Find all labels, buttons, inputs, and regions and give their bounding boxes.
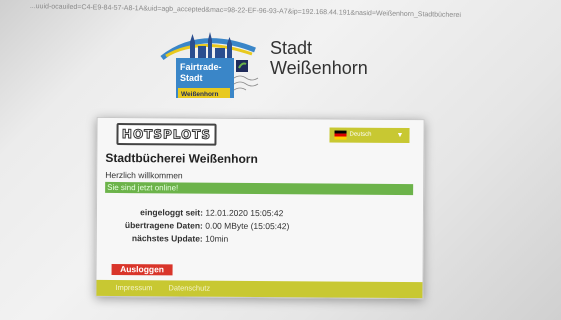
welcome-text: Herzlich willkommen: [105, 169, 183, 181]
info-value: 0.00 MByte (15:05:42): [205, 220, 290, 232]
info-row: übertragene Daten: 0.00 MByte (15:05:42): [99, 219, 290, 233]
city-title-line1: Stadt: [270, 38, 313, 58]
impressum-link[interactable]: Impressum: [115, 280, 152, 296]
session-info: eingeloggt seit: 12.01.2020 15:05:42 übe…: [99, 206, 290, 246]
city-title: Stadt Weißenhorn: [270, 38, 368, 78]
logo-text-city: Weißenhorn: [181, 91, 218, 98]
logo-text-line1: Fairtrade-: [180, 62, 222, 72]
info-row: eingeloggt seit: 12.01.2020 15:05:42: [99, 206, 290, 220]
card-footer: Impressum Datenschutz: [96, 279, 423, 299]
hotsplots-logo: HOTSPLOTS: [116, 122, 217, 146]
status-online-banner: Sie sind jetzt online!: [105, 181, 414, 196]
info-label: übertragene Daten:: [124, 220, 203, 231]
card-title: Stadtbücherei Weißenhorn: [105, 150, 258, 166]
chevron-down-icon: ▼: [396, 131, 404, 140]
info-row: nächstes Update: 10min: [99, 232, 290, 246]
url-text: ...uuid-ocauiled=C4-E9-84-57-A8-1A&uid=a…: [29, 2, 462, 20]
logout-button[interactable]: Ausloggen: [111, 263, 173, 276]
info-value: 12.01.2020 15:05:42: [205, 207, 284, 219]
language-select[interactable]: Deutsch ▼: [329, 127, 410, 144]
address-bar[interactable]: ...uuid-ocauiled=C4-E9-84-57-A8-1A&uid=a…: [30, 0, 561, 27]
fairtrade-logo: Fairtrade- Stadt Weißenhorn: [160, 28, 270, 106]
language-selected: Deutsch: [349, 131, 372, 138]
info-label: nächstes Update:: [131, 233, 203, 244]
hotspot-login-card: HOTSPLOTS Deutsch ▼ Stadtbücherei Weißen…: [95, 116, 425, 300]
datenschutz-link[interactable]: Datenschutz: [168, 280, 210, 296]
info-value: 10min: [205, 233, 229, 244]
german-flag-icon: [334, 130, 347, 140]
browser-viewport: ...uuid-ocauiled=C4-E9-84-57-A8-1A&uid=a…: [0, 0, 561, 320]
info-label: eingeloggt seit:: [140, 207, 204, 218]
fairtrade-town-icon: Fairtrade- Stadt Weißenhorn: [160, 32, 259, 98]
logo-text-line2: Stadt: [180, 73, 203, 83]
city-title-line2: Weißenhorn: [270, 58, 368, 78]
